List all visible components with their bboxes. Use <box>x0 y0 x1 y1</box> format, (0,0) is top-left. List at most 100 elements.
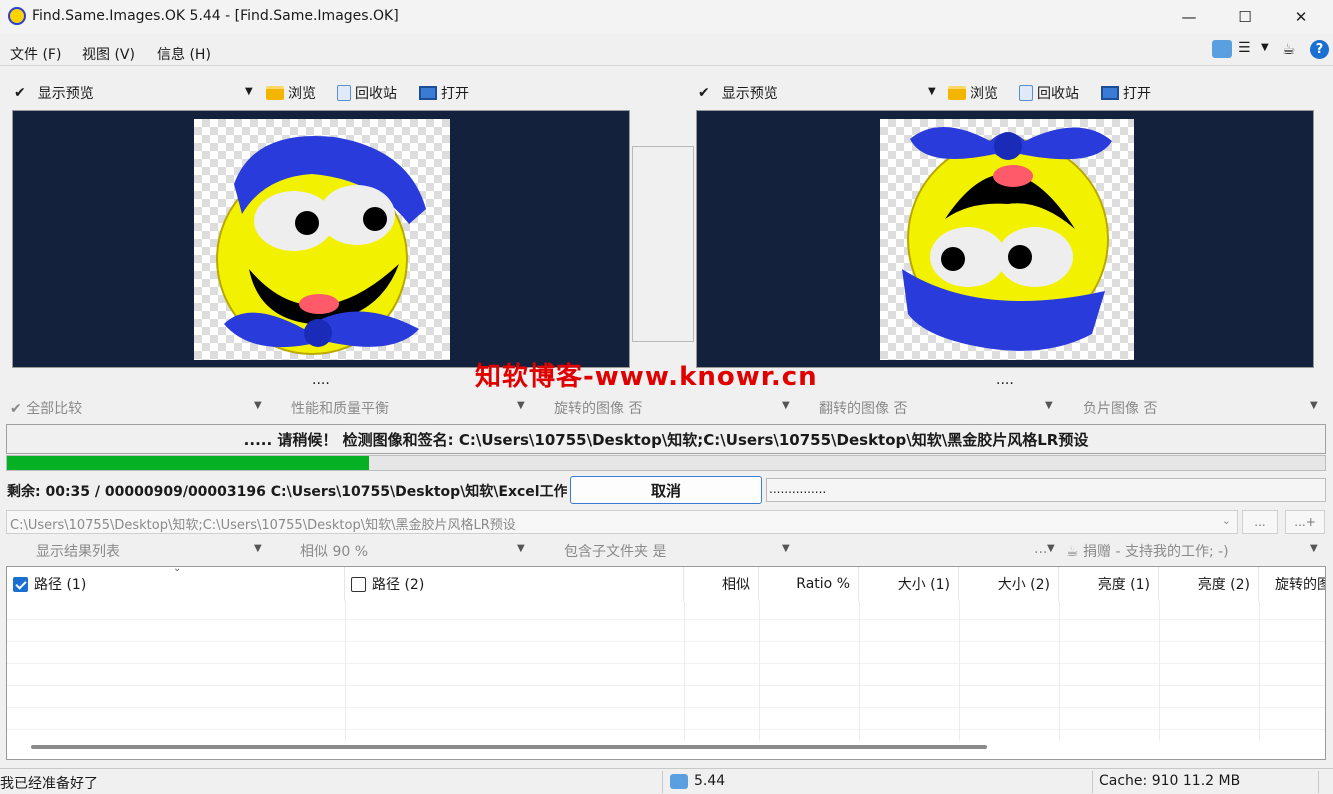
rotated-option[interactable]: 旋转的图像 否 <box>554 398 642 418</box>
browse-path-button[interactable]: ... <box>1242 510 1278 534</box>
table-row <box>7 641 1325 642</box>
dropdown-icon[interactable]: ▼ <box>1261 42 1269 53</box>
left-recycle-label: 回收站 <box>355 86 397 102</box>
path1-checkbox[interactable] <box>13 576 28 592</box>
more-options-button[interactable]: ... <box>1034 541 1047 557</box>
left-recycle-button[interactable]: 回收站 <box>337 83 397 103</box>
watermark-text: 知软博客-www.knowr.cn <box>475 362 818 392</box>
column-divider <box>1159 601 1160 741</box>
coffee-icon: ☕ <box>1066 544 1079 560</box>
left-browse-button[interactable]: 浏览 <box>266 83 316 103</box>
right-browse-button[interactable]: 浏览 <box>948 83 998 103</box>
recycle-bin-icon <box>1019 85 1033 101</box>
status-dots-field: ............... <box>766 478 1326 502</box>
recycle-bin-icon <box>337 85 351 101</box>
right-show-preview-label: 显示预览 <box>721 86 778 102</box>
compare-all-label: 全部比较 <box>26 401 83 417</box>
donate-label: 捐赠 - 支持我的工作; -) <box>1083 544 1229 560</box>
negative-option[interactable]: 负片图像 否 <box>1083 398 1157 418</box>
add-path-button[interactable]: ...+ <box>1285 510 1325 534</box>
column-header-size1[interactable]: 大小 (1) <box>859 567 959 601</box>
column-header-brightness2[interactable]: 亮度 (2) <box>1159 567 1259 601</box>
scan-progress-bar <box>6 455 1326 471</box>
right-preview-dropdown-icon[interactable]: ▼ <box>928 86 936 97</box>
monitor-icon <box>419 86 437 100</box>
column-divider <box>1259 601 1260 741</box>
column-header-similar[interactable]: 相似 <box>684 567 759 601</box>
column-header-size2[interactable]: 大小 (2) <box>959 567 1059 601</box>
subfolders-option[interactable]: 包含子文件夹 是 <box>564 541 666 561</box>
right-browse-label: 浏览 <box>970 86 998 102</box>
left-show-preview[interactable]: ✔ 显示预览 <box>14 83 94 103</box>
compare-all-option[interactable]: ✔ 全部比较 <box>10 398 82 418</box>
similarity-option[interactable]: 相似 90 % <box>300 541 368 561</box>
help-icon[interactable]: ? <box>1310 40 1329 59</box>
chevron-down-icon[interactable]: ▼ <box>254 400 262 411</box>
column-divider <box>959 601 960 741</box>
left-preview-image <box>194 119 450 360</box>
folder-icon <box>948 86 966 100</box>
column-header-ratio[interactable]: Ratio % <box>759 567 859 601</box>
chevron-down-icon[interactable]: ▼ <box>782 543 790 554</box>
right-recycle-button[interactable]: 回收站 <box>1019 83 1079 103</box>
chevron-down-icon[interactable]: ▼ <box>1310 543 1318 554</box>
app-icon[interactable] <box>1212 40 1232 58</box>
chevron-down-icon[interactable]: ▼ <box>1045 400 1053 411</box>
show-results-list-option[interactable]: 显示结果列表 <box>36 541 120 561</box>
column-divider <box>345 601 346 741</box>
performance-option[interactable]: 性能和质量平衡 <box>291 398 389 418</box>
checkmark-icon: ✔ <box>14 85 26 101</box>
scan-status-message: ..... 请稍候！ 检测图像和签名: C:\Users\10755\Deskt… <box>6 424 1326 454</box>
menu-file[interactable]: 文件 (F) <box>10 44 61 64</box>
status-separator <box>1092 771 1093 793</box>
horizontal-scrollbar[interactable] <box>31 745 987 749</box>
column-divider <box>684 601 685 741</box>
column-header-brightness1[interactable]: 亮度 (1) <box>1059 567 1159 601</box>
donate-option[interactable]: ☕ 捐赠 - 支持我的工作; -) <box>1066 541 1229 561</box>
maximize-button[interactable]: ☐ <box>1217 0 1273 34</box>
right-show-preview[interactable]: ✔ 显示预览 <box>698 83 778 103</box>
chevron-down-icon[interactable]: ▼ <box>517 543 525 554</box>
left-show-preview-label: 显示预览 <box>37 86 94 102</box>
chevron-down-icon[interactable]: ▼ <box>782 400 790 411</box>
column-header-rotated[interactable]: 旋转的图 <box>1259 567 1325 601</box>
right-panel-toolbar: ✔ 显示预览 ▼ 浏览 回收站 打开 <box>694 78 1333 106</box>
app-icon <box>670 774 688 789</box>
right-preview-pane[interactable] <box>696 110 1314 368</box>
column-header-path2[interactable]: 路径 (2) <box>345 567 684 601</box>
sort-indicator-icon: ⌄ <box>173 566 182 574</box>
column-header-path1[interactable]: 路径 (1) ⌄ <box>7 567 345 601</box>
menu-bar: 文件 (F) 视图 (V) 信息 (H) ☰ ▼ ☕ ? <box>0 38 1333 66</box>
path2-checkbox[interactable] <box>351 576 366 592</box>
column-header-path2-label: 路径 (2) <box>372 577 425 593</box>
left-preview-dropdown-icon[interactable]: ▼ <box>245 86 253 97</box>
flipped-option[interactable]: 翻转的图像 否 <box>819 398 907 418</box>
smiley-happy-image <box>216 135 426 355</box>
menu-info[interactable]: 信息 (H) <box>157 44 211 64</box>
column-header-path1-label: 路径 (1) <box>34 577 87 593</box>
chevron-down-icon[interactable]: ▼ <box>1047 543 1055 554</box>
close-button[interactable]: ✕ <box>1273 0 1329 34</box>
minimize-button[interactable]: — <box>1161 0 1217 34</box>
cancel-button[interactable]: 取消 <box>570 476 762 504</box>
table-row <box>7 663 1325 664</box>
chevron-down-icon[interactable]: ▼ <box>517 400 525 411</box>
search-path-combobox[interactable]: C:\Users\10755\Desktop\知软;C:\Users\10755… <box>6 510 1238 534</box>
panel-splitter[interactable] <box>632 146 694 342</box>
column-divider <box>859 601 860 741</box>
menu-view[interactable]: 视图 (V) <box>82 44 135 64</box>
right-recycle-label: 回收站 <box>1037 86 1079 102</box>
monitor-icon <box>1101 86 1119 100</box>
right-open-button[interactable]: 打开 <box>1101 83 1151 103</box>
left-preview-pane[interactable] <box>12 110 630 368</box>
coffee-icon[interactable]: ☕ <box>1282 40 1295 58</box>
list-view-icon[interactable]: ☰ <box>1238 40 1251 56</box>
chevron-down-icon[interactable]: ⌄ <box>1222 514 1231 527</box>
column-divider <box>759 601 760 741</box>
chevron-down-icon[interactable]: ▼ <box>254 543 262 554</box>
left-open-button[interactable]: 打开 <box>419 83 469 103</box>
smiley-flipped-image <box>902 126 1112 351</box>
results-table[interactable]: 路径 (1) ⌄ 路径 (2) 相似 Ratio % 大小 (1) 大小 (2)… <box>6 566 1326 760</box>
chevron-down-icon[interactable]: ▼ <box>1310 400 1318 411</box>
remaining-time-text: 剩余: 00:35 / 00000909/00003196 C:\Users\1… <box>7 484 567 500</box>
